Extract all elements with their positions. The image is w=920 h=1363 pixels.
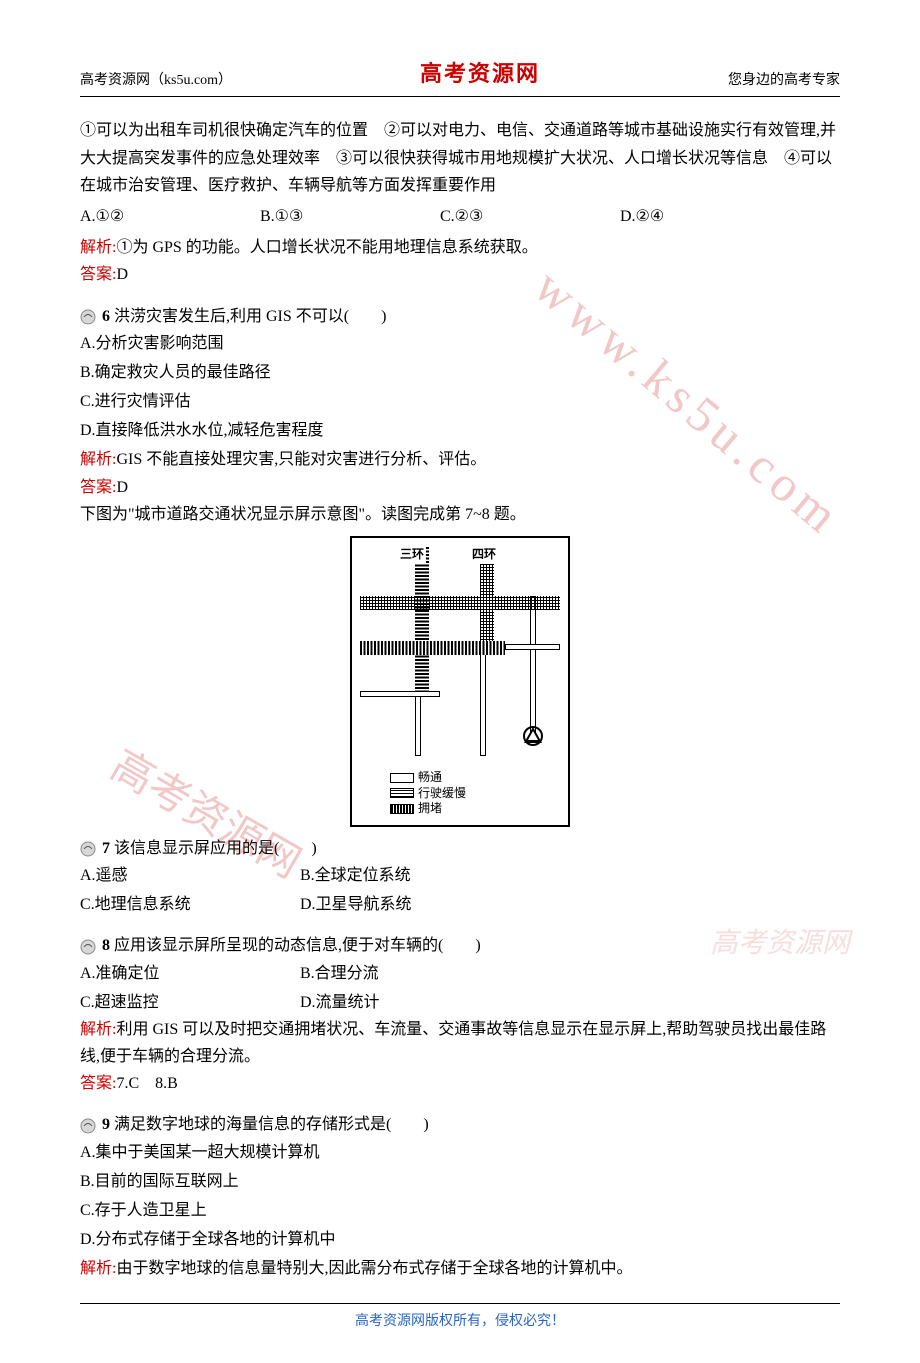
q8-analysis: 解析:利用 GIS 可以及时把交通拥堵状况、车流量、交通事故等信息显示在显示屏上… [80, 1016, 840, 1070]
q7-option-c: C.地理信息系统 [80, 891, 300, 918]
q5-option-d: D.②④ [620, 203, 740, 230]
q8-answer-text: 7.C 8.B [116, 1075, 177, 1092]
q9-stem: 9 满足数字地球的海量信息的存储形式是( ) [80, 1111, 840, 1138]
q9-analysis-text: 由于数字地球的信息量特别大,因此需分布式存储于全球各地的计算机中。 [116, 1260, 632, 1277]
q5-analysis-text: ①为 GPS 的功能。人口增长状况不能用地理信息系统获取。 [116, 239, 537, 256]
q8-option-d: D.流量统计 [300, 989, 520, 1016]
page-header: 高考资源网（ks5u.com） 高考资源网 您身边的高考专家 [80, 55, 840, 97]
answer-label: 答案: [80, 1075, 116, 1092]
traffic-diagram: 三环 四环 畅通 行驶缓慢 拥堵 [80, 536, 840, 827]
analysis-label: 解析: [80, 451, 116, 468]
q5-option-a: A.①② [80, 203, 200, 230]
answer-label: 答案: [80, 266, 116, 283]
q6-option-c: C.进行灾情评估 [80, 388, 840, 415]
q7-option-a: A.遥感 [80, 862, 300, 889]
q9-option-d: D.分布式存储于全球各地的计算机中 [80, 1226, 840, 1253]
q8-number: 8 [102, 937, 110, 954]
analysis-label: 解析: [80, 1021, 116, 1038]
header-title: 高考资源网 [420, 55, 540, 92]
q8-option-a: A.准确定位 [80, 960, 300, 987]
q9-options: A.集中于美国某一超大规模计算机 B.目前的国际互联网上 C.存于人造卫星上 D… [80, 1139, 840, 1254]
q8-option-c: C.超速监控 [80, 989, 300, 1016]
q9-stem-text: 满足数字地球的海量信息的存储形式是( ) [110, 1116, 429, 1133]
q7-options: A.遥感 B.全球定位系统 C.地理信息系统 D.卫星导航系统 [80, 862, 840, 918]
q9-analysis: 解析:由于数字地球的信息量特别大,因此需分布式存储于全球各地的计算机中。 [80, 1255, 840, 1282]
q8-options: A.准确定位 B.合理分流 C.超速监控 D.流量统计 [80, 960, 840, 1016]
page-footer: 高考资源网版权所有，侵权必究！ [80, 1303, 840, 1334]
legend-slow: 行驶缓慢 [418, 786, 466, 802]
q6-option-b: B.确定救灾人员的最佳路径 [80, 359, 840, 386]
q5-options: A.①② B.①③ C.②③ D.②④ [80, 203, 840, 230]
bullet-icon [80, 1118, 96, 1134]
legend-jam: 拥堵 [418, 801, 442, 817]
q5-option-c: C.②③ [440, 203, 560, 230]
bullet-icon [80, 939, 96, 955]
q6-number: 6 [102, 308, 110, 325]
q8-stem: 8 应用该显示屏所呈现的动态信息,便于对车辆的( ) [80, 932, 840, 959]
q5-option-b: B.①③ [260, 203, 380, 230]
q7-option-d: D.卫星导航系统 [300, 891, 520, 918]
diagram-legend: 畅通 行驶缓慢 拥堵 [360, 770, 560, 817]
q6-analysis: 解析:GIS 不能直接处理灾害,只能对灾害进行分析、评估。 [80, 446, 840, 473]
q8-analysis-text: 利用 GIS 可以及时把交通拥堵状况、车流量、交通事故等信息显示在显示屏上,帮助… [80, 1021, 826, 1065]
q7-option-b: B.全球定位系统 [300, 862, 520, 889]
q8-option-b: B.合理分流 [300, 960, 520, 987]
answer-label: 答案: [80, 479, 116, 496]
header-right: 您身边的高考专家 [728, 69, 840, 93]
q7-stem-text: 该信息显示屏应用的是( ) [110, 840, 317, 857]
q9-option-c: C.存于人造卫星上 [80, 1197, 840, 1224]
legend-clear: 畅通 [418, 770, 442, 786]
diagram-label-2: 四环 [470, 544, 498, 564]
q6-analysis-text: GIS 不能直接处理灾害,只能对灾害进行分析、评估。 [116, 451, 486, 468]
q9-option-b: B.目前的国际互联网上 [80, 1168, 840, 1195]
q5-answer: 答案:D [80, 261, 840, 288]
context-paragraph: ①可以为出租车司机很快确定汽车的位置 ②可以对电力、电信、交通道路等城市基础设施… [80, 117, 840, 199]
q7-number: 7 [102, 840, 110, 857]
figure-intro: 下图为"城市道路交通状况显示屏示意图"。读图完成第 7~8 题。 [80, 501, 840, 528]
q8-answer: 答案:7.C 8.B [80, 1070, 840, 1097]
bullet-icon [80, 309, 96, 325]
analysis-label: 解析: [80, 1260, 116, 1277]
diagram-label-1: 三环 [398, 544, 426, 564]
bullet-icon [80, 841, 96, 857]
q6-stem: 6 洪涝灾害发生后,利用 GIS 不可以( ) [80, 303, 840, 330]
header-left: 高考资源网（ks5u.com） [80, 69, 232, 93]
q9-number: 9 [102, 1116, 110, 1133]
analysis-label: 解析: [80, 239, 116, 256]
q7-stem: 7 该信息显示屏应用的是( ) [80, 835, 840, 862]
q6-answer-text: D [116, 479, 128, 496]
q6-stem-text: 洪涝灾害发生后,利用 GIS 不可以( ) [110, 308, 386, 325]
q6-options: A.分析灾害影响范围 B.确定救灾人员的最佳路径 C.进行灾情评估 D.直接降低… [80, 330, 840, 445]
q6-option-d: D.直接降低洪水水位,减轻危害程度 [80, 417, 840, 444]
q5-answer-text: D [116, 266, 128, 283]
q5-analysis: 解析:①为 GPS 的功能。人口增长状况不能用地理信息系统获取。 [80, 234, 840, 261]
q9-option-a: A.集中于美国某一超大规模计算机 [80, 1139, 840, 1166]
q6-answer: 答案:D [80, 474, 840, 501]
q6-option-a: A.分析灾害影响范围 [80, 330, 840, 357]
q8-stem-text: 应用该显示屏所呈现的动态信息,便于对车辆的( ) [110, 937, 481, 954]
document-page: www.ks5u.com 高考资源网 高考资源网 高考资源网（ks5u.com）… [0, 0, 920, 1363]
